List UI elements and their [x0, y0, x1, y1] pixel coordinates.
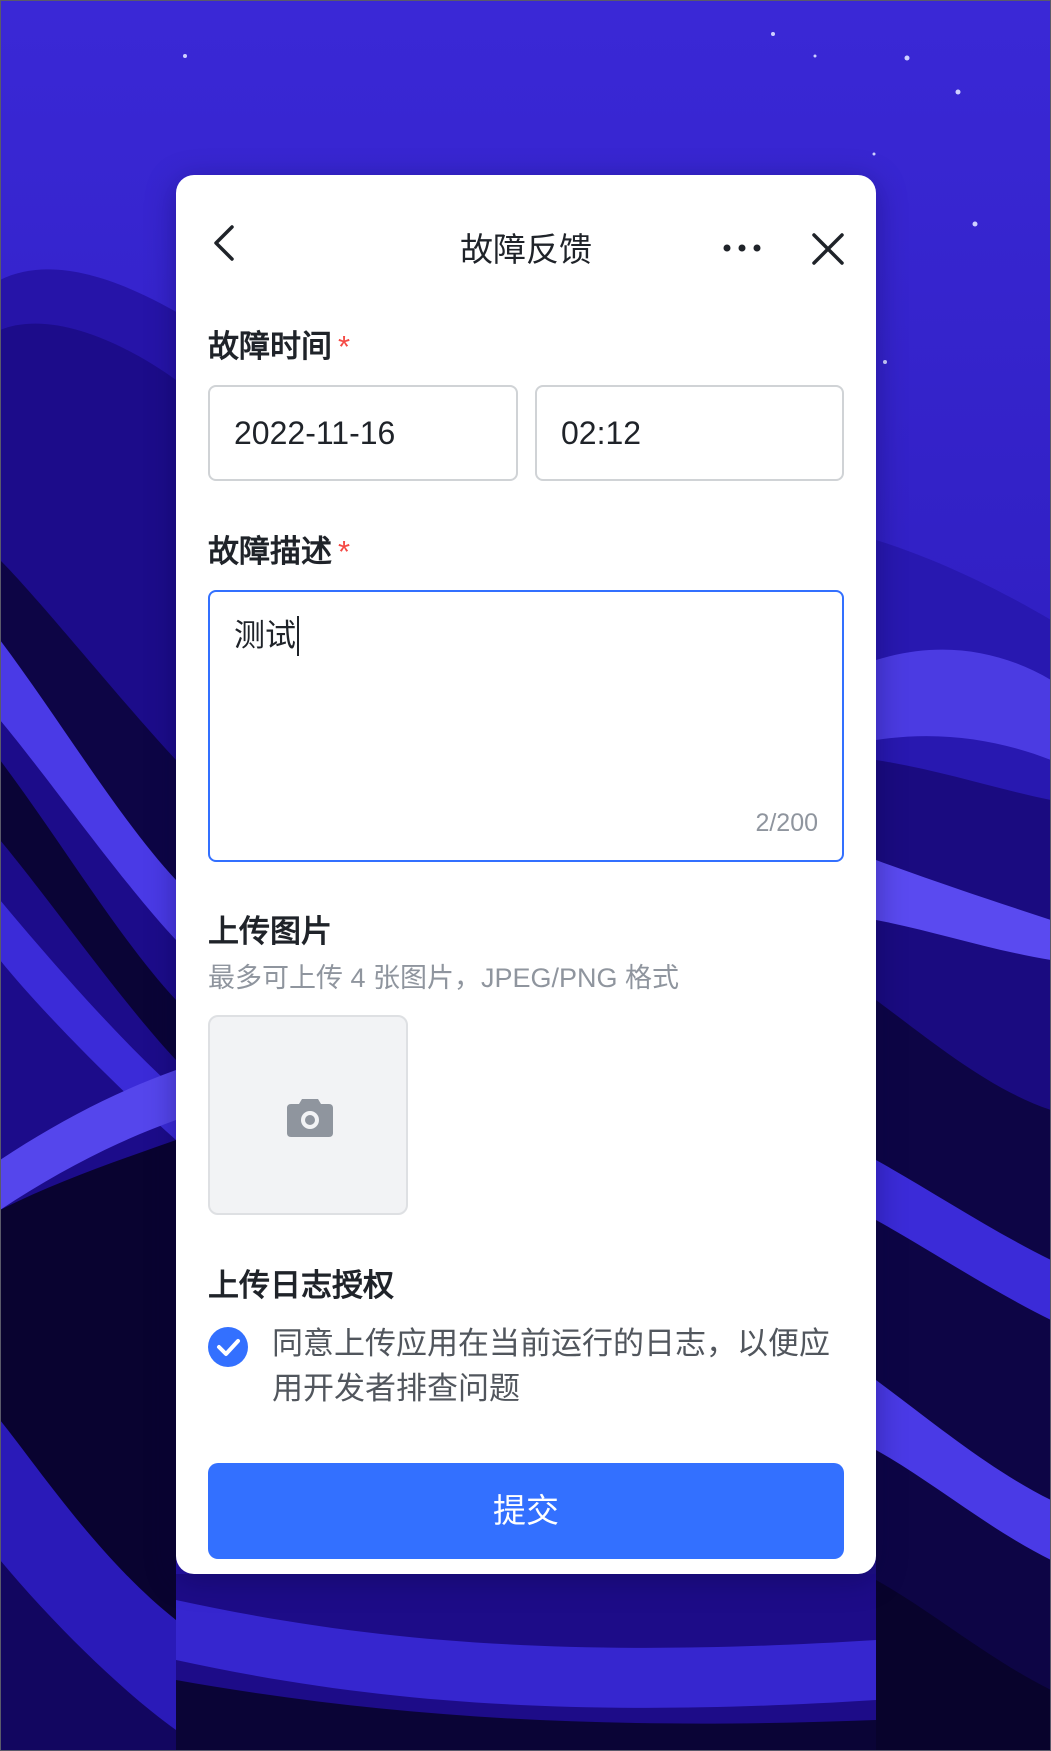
upload-image-button[interactable] — [208, 1015, 408, 1215]
fault-description-value-wrap: 测试 — [234, 614, 299, 658]
char-counter: 2/200 — [755, 809, 818, 837]
close-button[interactable] — [806, 227, 850, 271]
screen: 故障反馈 故障时间 * 2022-11-16 02:12 故障描述 * 测试 2… — [0, 0, 1051, 1751]
checkmark-icon — [217, 1339, 240, 1356]
fault-time-value: 02:12 — [561, 415, 642, 451]
required-mark: * — [338, 534, 351, 569]
fault-date-input[interactable]: 2022-11-16 — [208, 385, 518, 481]
required-mark: * — [338, 329, 351, 364]
upload-images-hint: 最多可上传 4 张图片，JPEG/PNG 格式 — [208, 963, 680, 993]
consent-checkbox[interactable] — [208, 1327, 248, 1367]
fault-time-input[interactable]: 02:12 — [535, 385, 844, 481]
close-icon — [812, 233, 844, 265]
title-bar: 故障反馈 — [176, 175, 876, 275]
text-caret — [297, 615, 299, 656]
fault-description-label-text: 故障描述 — [208, 534, 332, 569]
fault-time-label: 故障时间 * — [208, 325, 350, 369]
submit-button[interactable]: 提交 — [208, 1463, 844, 1559]
more-button[interactable] — [722, 233, 766, 263]
more-horizontal-icon — [723, 244, 761, 252]
dialog-title: 故障反馈 — [460, 231, 592, 268]
feedback-dialog: 故障反馈 故障时间 * 2022-11-16 02:12 故障描述 * 测试 2… — [176, 175, 876, 1574]
fault-description-textarea[interactable]: 测试 2/200 — [208, 590, 844, 862]
fault-description-label: 故障描述 * — [208, 530, 350, 574]
fault-date-value: 2022-11-16 — [234, 415, 396, 451]
fault-description-value: 测试 — [234, 618, 296, 653]
upload-images-label: 上传图片 — [208, 914, 332, 949]
consent-text: 同意上传应用在当前运行的日志，以便应用开发者排查问题 — [272, 1326, 830, 1406]
log-authorization-label: 上传日志授权 — [208, 1268, 394, 1303]
fault-time-label-text: 故障时间 — [208, 329, 332, 364]
camera-icon — [287, 1099, 333, 1137]
